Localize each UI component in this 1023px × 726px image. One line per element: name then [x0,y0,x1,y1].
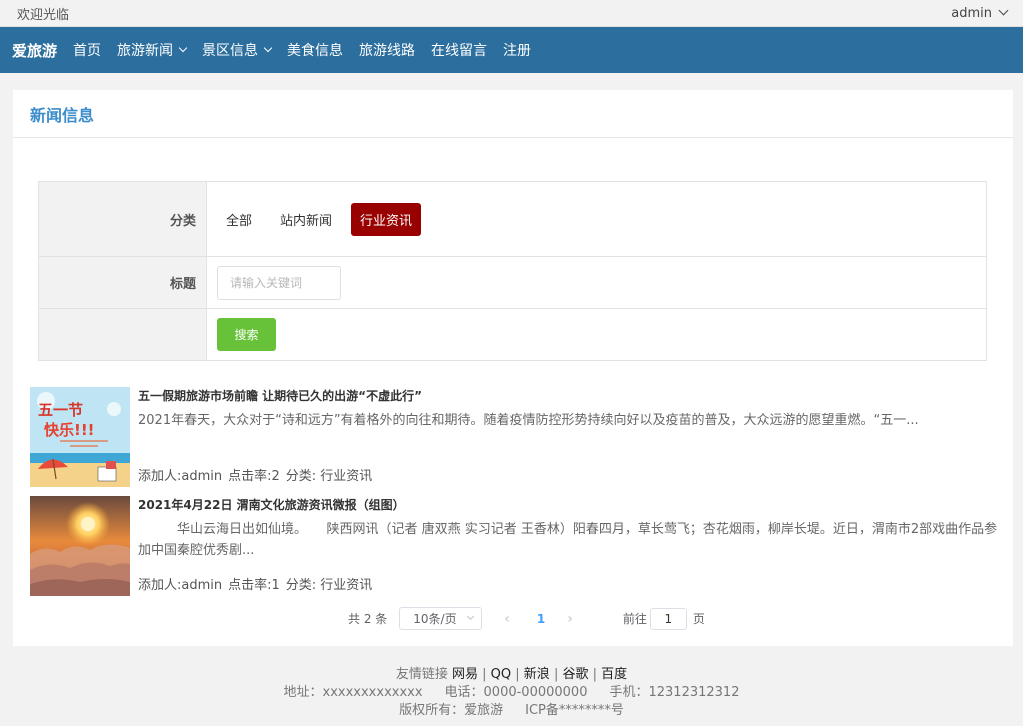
category-site-news[interactable]: 站内新闻 [271,203,341,236]
footer-link-sina[interactable]: 新浪 [524,667,550,682]
chevron-down-icon [467,612,475,621]
page-size-value: 10条/页 [413,612,457,626]
footer-link-baidu[interactable]: 百度 [601,667,627,682]
nav-label: 美食信息 [287,43,344,59]
page-title: 新闻信息 [13,90,1013,138]
prev-page-button[interactable]: ‹ [504,611,510,627]
news-panel: 新闻信息 分类 全部 站内新闻 行业资讯 标题 搜索 [13,90,1013,646]
user-menu[interactable]: admin [951,5,1009,21]
may-day-poster-image: 五一节 快乐!!! [30,387,130,487]
category-label: 分类 [39,182,207,256]
nav-item-message[interactable]: 在线留言 [431,40,487,60]
footer-link-google[interactable]: 谷歌 [562,667,588,682]
pagination: 共 2 条 10条/页 ‹ 1 › 前往 1 页 [348,607,705,630]
goto-suffix: 页 [692,612,705,626]
filter-form: 分类 全部 站内新闻 行业资讯 标题 搜索 [38,181,987,361]
news-author: 添加人:admin [138,578,223,593]
news-category: 分类: 行业资讯 [285,469,373,484]
title-label: 标题 [39,257,207,308]
news-meta: 添加人:admin 点击率:1 分类: 行业资讯 [138,574,378,593]
main-navbar: 爱旅游 首页 旅游新闻 景区信息 美食信息 旅游线路 在线留言 注册 [0,27,1023,73]
nav-item-food-info[interactable]: 美食信息 [287,40,343,60]
news-clicks: 点击率:1 [228,578,280,593]
news-category: 分类: 行业资讯 [285,578,373,593]
footer-address: 地址：xxxxxxxxxxxxx [283,685,423,700]
category-all[interactable]: 全部 [217,203,261,236]
brand-logo[interactable]: 爱旅游 [12,40,57,61]
news-summary: 华山云海日出如仙境。 陕西网讯（记者 唐双燕 实习记者 王香林）阳春四月，草长莺… [138,522,998,558]
category-industry-news[interactable]: 行业资讯 [351,202,422,236]
nav-item-register[interactable]: 注册 [503,40,531,60]
sunrise-clouds-image [30,496,130,596]
footer-icp: ICP备********号 [525,703,624,718]
page-number-current[interactable]: 1 [537,612,545,626]
filter-row-category: 分类 全部 站内新闻 行业资讯 [39,182,986,257]
friend-links-label: 友情链接 [395,667,448,682]
nav-label: 在线留言 [431,43,488,59]
filter-row-title: 标题 [39,257,986,309]
site-footer: 友情链接 网易 | QQ | 新浪 | 谷歌 | 百度 地址：xxxxxxxxx… [283,667,740,718]
welcome-text: 欢迎光临 [17,7,70,23]
news-title[interactable]: 五一假期旅游市场前瞻 让期待已久的出游“不虚此行” [138,387,1000,404]
nav-item-travel-routes[interactable]: 旅游线路 [359,40,415,60]
nav-item-scenic-info[interactable]: 景区信息 [202,40,273,60]
nav-label: 旅游线路 [359,43,416,59]
poster-text: 快乐!!! [44,421,95,439]
username: admin [951,5,992,21]
search-button[interactable]: 搜索 [217,318,276,351]
nav-item-travel-news[interactable]: 旅游新闻 [117,40,188,60]
page-size-select[interactable]: 10条/页 [399,607,483,630]
filter-row-actions: 搜索 [39,309,986,360]
pagination-total: 共 2 条 [348,612,388,626]
footer-copyright: 版权所有：爱旅游 [399,703,504,718]
footer-link-netease[interactable]: 网易 [452,667,478,682]
footer-link-qq[interactable]: QQ [491,667,511,682]
nav-label: 景区信息 [202,43,259,59]
footer-mobile: 手机：12312312312 [609,685,740,700]
chevron-down-icon [178,43,188,53]
nav-label: 旅游新闻 [117,43,174,59]
news-meta: 添加人:admin 点击率:2 分类: 行业资讯 [138,465,378,484]
news-clicks: 点击率:2 [228,469,280,484]
keyword-input[interactable] [217,265,341,300]
footer-phone: 电话：0000-00000000 [444,685,588,700]
chevron-down-icon [263,43,273,53]
goto-label: 前往 [622,612,647,626]
news-title[interactable]: 2021年4月22日 渭南文化旅游资讯微报（组图） [138,496,1000,513]
next-page-button[interactable]: › [567,611,573,627]
news-thumbnail[interactable] [30,496,130,596]
nav-item-home[interactable]: 首页 [73,40,101,60]
nav-label: 注册 [503,43,532,59]
top-bar: 欢迎光临 admin [0,0,1023,27]
nav-label: 首页 [73,43,102,59]
news-item[interactable]: 五一节 快乐!!! 五一假期旅游市场前瞻 让期待已久的出游“不虚此行” 2021… [30,387,1000,487]
news-summary: 2021年春天，大众对于“诗和远方”有着格外的向往和期待。随着疫情防控形势持续向… [138,413,919,428]
goto-page-input[interactable]: 1 [649,607,687,630]
news-author: 添加人:admin [138,469,223,484]
news-item[interactable]: 2021年4月22日 渭南文化旅游资讯微报（组图） 华山云海日出如仙境。 陕西网… [30,496,1000,596]
chevron-down-icon [998,5,1009,15]
poster-text: 五一节 [38,401,83,419]
news-thumbnail[interactable]: 五一节 快乐!!! [30,387,130,487]
